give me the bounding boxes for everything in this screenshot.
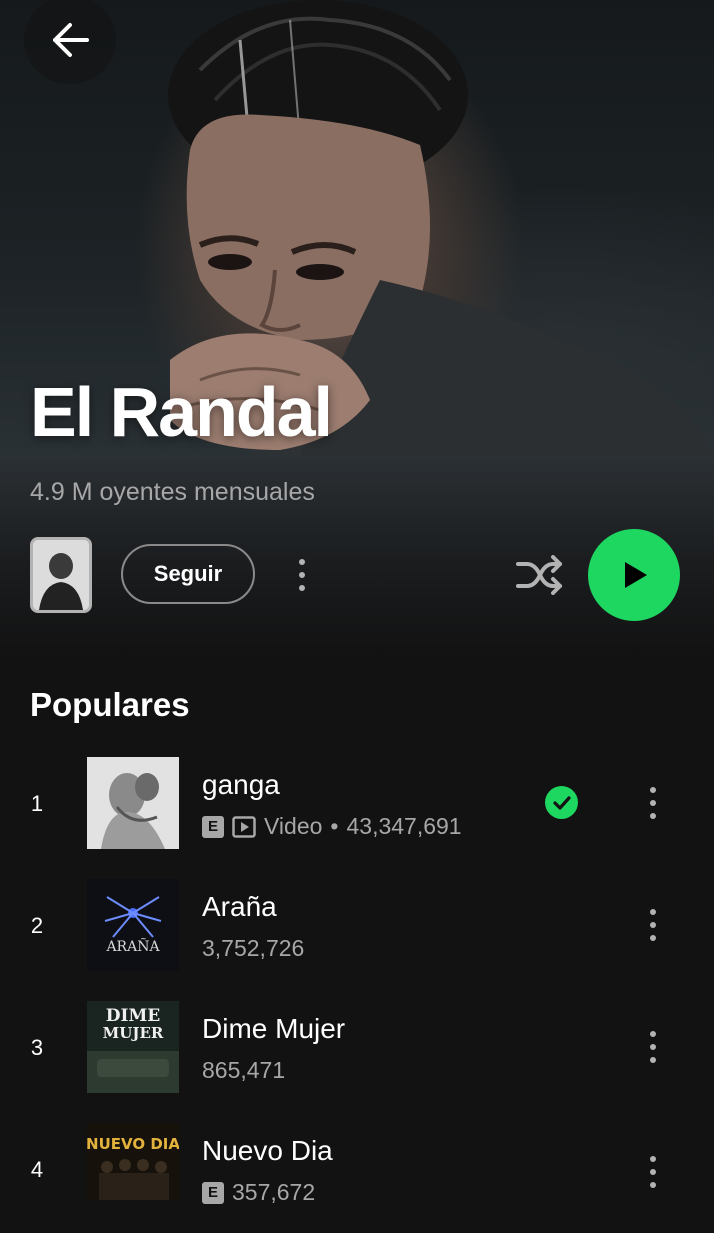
- dime-mujer-text-1: DIME: [106, 1006, 161, 1026]
- track-meta: 3,752,726: [202, 935, 304, 962]
- meta-separator: •: [330, 813, 339, 839]
- more-vert-icon: [650, 787, 656, 793]
- track-number: 2: [30, 913, 44, 938]
- track-number: 3: [30, 1035, 44, 1060]
- track-number: 4: [30, 1157, 44, 1182]
- shuffle-button[interactable]: [512, 550, 566, 600]
- artist-name: El Randal: [30, 373, 333, 451]
- saved-check-button[interactable]: [545, 786, 578, 819]
- video-label: Video: [264, 813, 323, 839]
- track-title: Nuevo Dia: [202, 1135, 333, 1166]
- track-title: Araña: [202, 891, 277, 922]
- play-count: 43,347,691: [346, 813, 462, 839]
- track-row[interactable]: 3 DIME MUJER Dime Mujer 865,471: [0, 1001, 714, 1111]
- more-vert-icon: [650, 1156, 656, 1162]
- nuevo-dia-text: NUEVO DIA: [87, 1135, 179, 1153]
- explicit-icon: E: [202, 815, 224, 838]
- ganga-cover: [87, 757, 179, 849]
- more-vert-icon: [650, 1031, 656, 1037]
- shuffle-icon: [516, 555, 562, 595]
- track-row[interactable]: 1 ganga E Video • 43,347,691: [0, 757, 714, 867]
- track-row[interactable]: 4 NUEVO DIA Nuevo Dia E 357,672: [0, 1123, 714, 1233]
- track-meta: E 357,672: [202, 1179, 315, 1206]
- back-button[interactable]: [24, 0, 116, 84]
- track-more-button[interactable]: [638, 900, 668, 950]
- track-artwork: [87, 757, 179, 849]
- more-options-button[interactable]: [287, 550, 317, 600]
- track-title: ganga: [202, 769, 280, 800]
- more-vert-icon: [299, 559, 305, 565]
- track-title: Dime Mujer: [202, 1013, 346, 1044]
- artist-thumbnail[interactable]: [30, 537, 92, 613]
- monthly-listeners: 4.9 M oyentes mensuales: [30, 478, 315, 506]
- more-vert-icon: [650, 909, 656, 915]
- dime-mujer-cover: DIME MUJER: [87, 1001, 179, 1093]
- play-button[interactable]: [588, 529, 680, 621]
- follow-button[interactable]: Seguir: [121, 544, 255, 604]
- play-count: 357,672: [232, 1179, 316, 1205]
- track-meta: 865,471: [202, 1057, 285, 1084]
- dime-mujer-text-2: MUJER: [103, 1024, 164, 1042]
- track-number: 1: [30, 791, 44, 816]
- track-row[interactable]: 2 ARAÑA Araña 3,752,726: [0, 879, 714, 989]
- nuevo-dia-cover: NUEVO DIA: [87, 1123, 179, 1200]
- back-arrow-icon: [53, 23, 89, 57]
- track-artwork: ARAÑA: [87, 879, 179, 971]
- track-more-button[interactable]: [638, 778, 668, 828]
- track-meta: E Video • 43,347,691: [202, 813, 462, 840]
- track-artwork: NUEVO DIA: [87, 1123, 179, 1200]
- play-count: 3,752,726: [202, 935, 305, 961]
- play-count: 865,471: [202, 1057, 286, 1083]
- track-artwork: DIME MUJER: [87, 1001, 179, 1093]
- artist-thumbnail-image: [33, 540, 89, 610]
- artist-hero-image: El Randal: [0, 0, 714, 456]
- video-icon: [232, 815, 256, 838]
- track-more-button[interactable]: [638, 1022, 668, 1072]
- check-icon: [552, 795, 571, 810]
- arana-cover-text: ARAÑA: [105, 937, 160, 955]
- arana-cover: ARAÑA: [87, 879, 179, 971]
- explicit-icon: E: [202, 1181, 224, 1204]
- section-title-popular: Populares: [30, 686, 190, 723]
- track-more-button[interactable]: [638, 1147, 668, 1197]
- play-icon: [625, 562, 647, 588]
